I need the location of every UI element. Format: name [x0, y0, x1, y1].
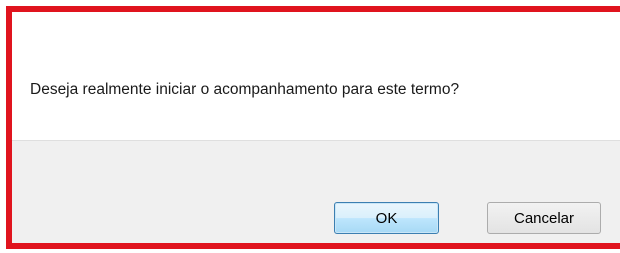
dialog-button-bar: OK Cancelar: [12, 140, 620, 243]
cancel-button[interactable]: Cancelar: [487, 202, 601, 234]
dialog-content: Deseja realmente iniciar o acompanhament…: [12, 12, 620, 140]
ok-button[interactable]: OK: [334, 202, 439, 234]
confirm-message: Deseja realmente iniciar o acompanhament…: [30, 81, 460, 98]
confirm-dialog: Deseja realmente iniciar o acompanhament…: [6, 6, 620, 249]
